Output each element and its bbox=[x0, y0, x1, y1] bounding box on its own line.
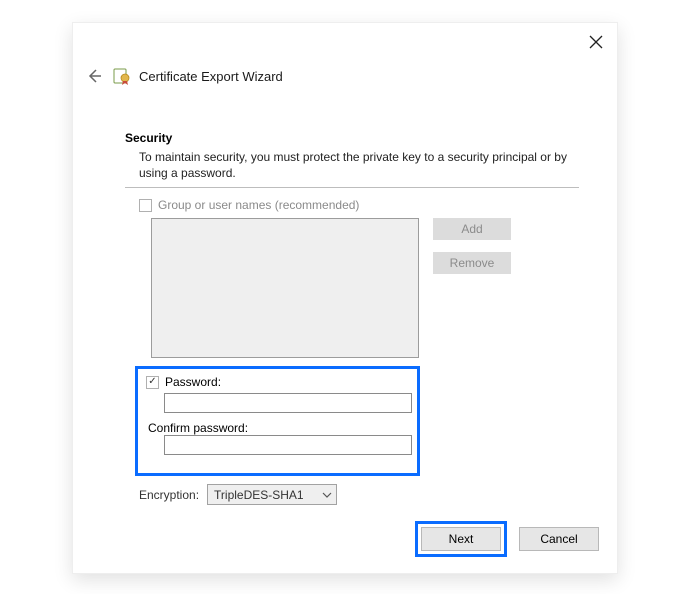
wizard-dialog: Certificate Export Wizard Security To ma… bbox=[72, 22, 618, 574]
password-checkbox[interactable] bbox=[146, 376, 159, 389]
password-highlight: Password: Confirm password: bbox=[135, 366, 420, 476]
wizard-title: Certificate Export Wizard bbox=[139, 69, 283, 84]
add-button: Add bbox=[433, 218, 511, 240]
section-heading: Security bbox=[125, 131, 579, 145]
password-label: Password: bbox=[165, 375, 221, 389]
encryption-select[interactable]: TripleDES-SHA1 bbox=[207, 484, 337, 505]
close-icon[interactable] bbox=[589, 35, 603, 49]
group-checkbox[interactable] bbox=[139, 199, 152, 212]
next-highlight: Next bbox=[415, 521, 507, 557]
confirm-password-input[interactable] bbox=[164, 435, 412, 455]
password-input[interactable] bbox=[164, 393, 412, 413]
chevron-down-icon bbox=[322, 490, 332, 500]
group-user-list bbox=[151, 218, 419, 358]
group-checkbox-label: Group or user names (recommended) bbox=[158, 198, 359, 212]
encryption-label: Encryption: bbox=[139, 488, 199, 502]
remove-button: Remove bbox=[433, 252, 511, 274]
confirm-password-label: Confirm password: bbox=[148, 421, 409, 435]
encryption-value: TripleDES-SHA1 bbox=[214, 488, 304, 502]
certificate-icon bbox=[113, 67, 131, 85]
back-arrow-icon[interactable] bbox=[85, 67, 103, 85]
cancel-button[interactable]: Cancel bbox=[519, 527, 599, 551]
next-button[interactable]: Next bbox=[421, 527, 501, 551]
section-description: To maintain security, you must protect t… bbox=[125, 149, 579, 181]
divider bbox=[125, 187, 579, 188]
